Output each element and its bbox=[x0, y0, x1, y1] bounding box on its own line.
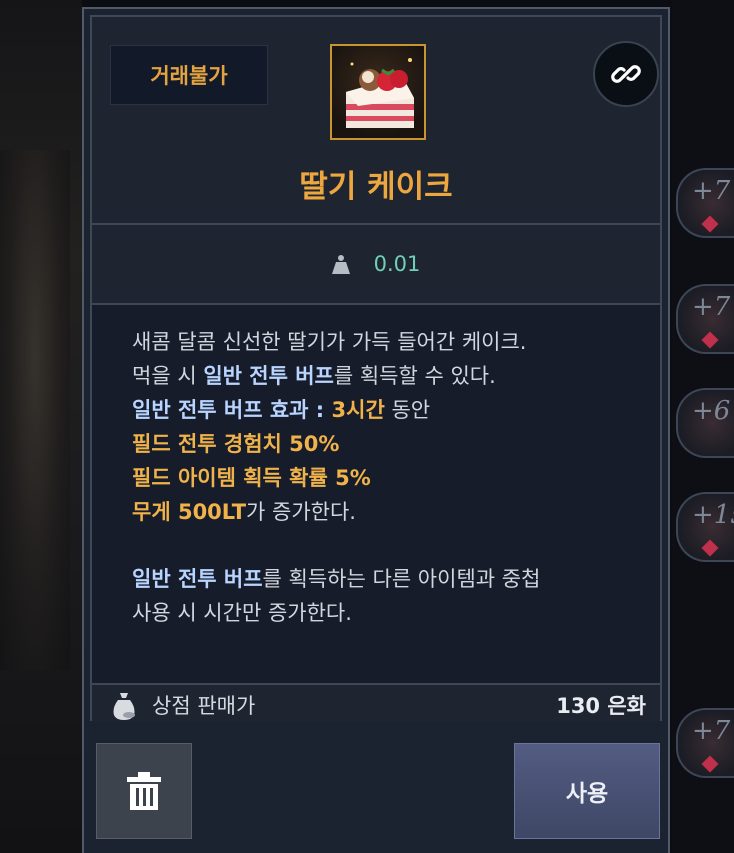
sale-price-value: 130 은화 bbox=[556, 694, 646, 718]
description-line: 일반 전투 버프 효과 : 3시간 동안 bbox=[132, 398, 431, 422]
description-line: 새콤 달콤 신선한 딸기가 가득 들어간 케이크. bbox=[132, 330, 527, 354]
delete-button[interactable] bbox=[96, 743, 192, 839]
equipment-slot[interactable]: +7 bbox=[676, 284, 734, 354]
link-button[interactable] bbox=[593, 41, 659, 107]
slot-enhance-level: +7 bbox=[692, 176, 731, 206]
strawberry-cake-icon bbox=[330, 44, 426, 140]
use-button[interactable]: 사용 bbox=[514, 743, 660, 839]
slot-enhance-level: +6 bbox=[692, 396, 731, 426]
background-character bbox=[0, 150, 70, 670]
slot-enhance-level: +15 bbox=[692, 500, 734, 530]
item-weight-row: 0.01 bbox=[92, 225, 660, 303]
slot-enhance-level: +7 bbox=[692, 716, 731, 746]
equipment-slot[interactable]: +7 bbox=[676, 168, 734, 238]
background-character-area bbox=[0, 0, 82, 853]
equipment-slot[interactable]: +6 bbox=[676, 388, 734, 458]
description-line: 필드 아이템 획득 확률 5% bbox=[132, 466, 371, 490]
description-line: 필드 전투 경험치 50% bbox=[132, 432, 340, 456]
sale-price-label: 상점 판매가 bbox=[152, 694, 256, 718]
trash-icon bbox=[127, 772, 161, 810]
item-description: 새콤 달콤 신선한 딸기가 가득 들어간 케이크. 먹을 시 일반 전투 버프를… bbox=[92, 305, 660, 683]
description-line: 사용 시 시간만 증가한다. bbox=[132, 601, 352, 625]
description-line: 무게 500LT가 증가한다. bbox=[132, 500, 356, 524]
untradeable-badge: 거래불가 bbox=[110, 45, 268, 105]
slot-gem-icon bbox=[701, 755, 719, 773]
item-weight-value: 0.01 bbox=[373, 252, 421, 276]
item-tooltip: 거래불가 딸기 케이크 0.01 새콤 달콤 신선한 딸기가 가득 들어간 케이… bbox=[82, 7, 670, 853]
slot-gem-icon bbox=[701, 331, 719, 349]
item-header: 거래불가 딸기 케이크 bbox=[92, 17, 660, 223]
item-name: 딸기 케이크 bbox=[299, 169, 453, 205]
equipment-slot[interactable]: +15 bbox=[676, 492, 734, 562]
link-icon bbox=[611, 65, 641, 83]
description-line: 일반 전투 버프를 획득하는 다른 아이템과 중첩 bbox=[132, 567, 541, 591]
shop-sale-price-row: 상점 판매가 130 은화 bbox=[92, 683, 660, 721]
weight-icon bbox=[331, 255, 350, 274]
slot-gem-icon bbox=[701, 215, 719, 233]
slot-enhance-level: +7 bbox=[692, 292, 731, 322]
slot-gem-icon bbox=[701, 539, 719, 557]
item-info-box: 거래불가 딸기 케이크 0.01 새콤 달콤 신선한 딸기가 가득 들어간 케이… bbox=[90, 15, 662, 721]
money-bag-icon bbox=[113, 693, 135, 720]
equipment-slot[interactable]: +7 bbox=[676, 708, 734, 778]
description-line: 먹을 시 일반 전투 버프를 획득할 수 있다. bbox=[132, 364, 496, 388]
